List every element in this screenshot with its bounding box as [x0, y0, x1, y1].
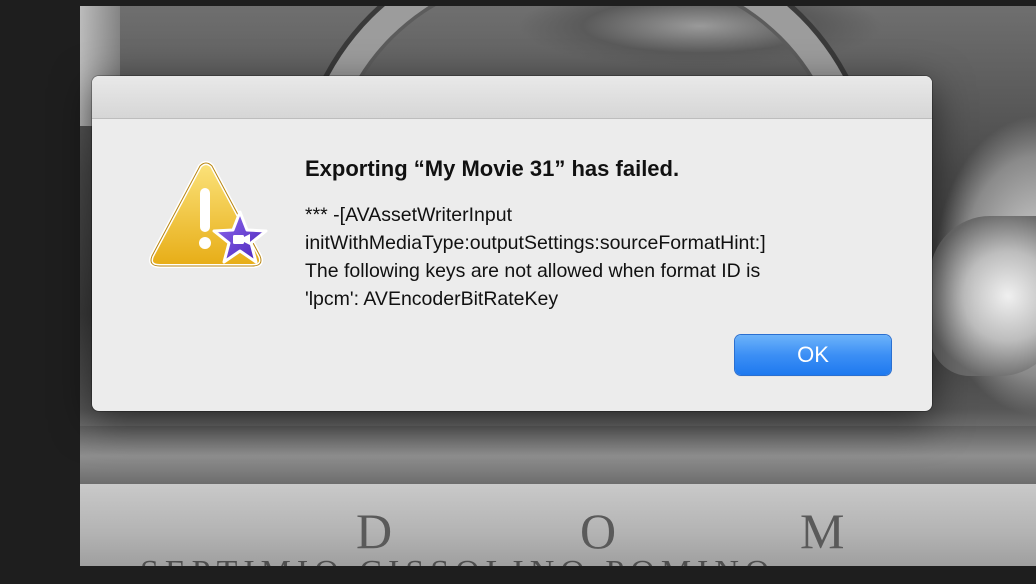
background-ledge [80, 426, 1036, 486]
dialog-titlebar [92, 76, 932, 119]
background-inscription: D O M SEPTIMIO CISSOLINO POMINO [80, 484, 1036, 566]
background-scroll-ornament [930, 216, 1036, 376]
inscription-line: SEPTIMIO CISSOLINO POMINO [140, 554, 775, 566]
dialog-message: *** -[AVAssetWriterInput initWithMediaTy… [305, 204, 766, 310]
inscription-letter: D [356, 503, 395, 559]
ok-button[interactable]: OK [735, 335, 891, 375]
inscription-letter: O [580, 503, 619, 559]
inscription-letter: M [800, 503, 847, 559]
dialog-title: Exporting “My Movie 31” has failed. [305, 156, 680, 181]
caution-imovie-icon [149, 161, 268, 268]
alert-dialog: Exporting “My Movie 31” has failed. *** … [92, 76, 932, 411]
